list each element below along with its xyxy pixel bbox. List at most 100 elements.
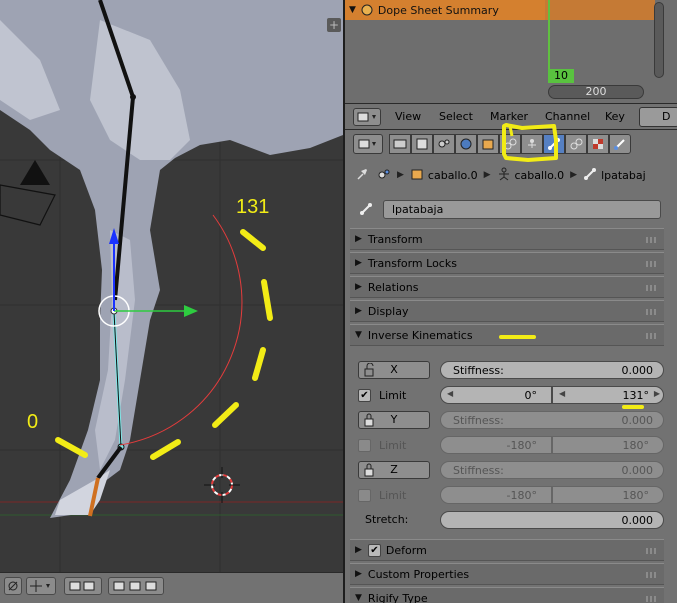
bone-name-field[interactable]: lpatabaja [383,200,661,219]
physics-tab-icon[interactable] [609,134,631,154]
scene-tab-icon[interactable] [433,134,455,154]
collapse-triangle-icon: ▶ [355,258,362,268]
current-frame-badge: 10 [548,69,574,83]
panel-deform[interactable]: ▶ ✔ Deform [350,539,664,561]
overlay-icon[interactable] [4,577,22,595]
ik-lock-y-button[interactable]: Y [358,411,430,429]
panel-title: Rigify Type [367,591,428,603]
collapse-triangle-icon: ▶ [355,234,362,244]
ik-stretch-slider[interactable]: 0.000 [440,511,664,529]
breadcrumb: ▶ caballo.0 ▶ caballo.0 ▶ lpatabaj [355,166,646,184]
breadcrumb-bone[interactable]: lpatabaj [601,169,646,182]
panel-transform[interactable]: ▶ Transform [350,228,664,250]
frame-cursor[interactable] [548,0,550,80]
pin-icon[interactable] [355,167,369,184]
collapse-triangle-icon: ▶ [355,282,362,292]
lock-icon [363,413,375,432]
breadcrumb-separator-icon: ▶ [483,170,491,180]
annotation-131: 131 [236,196,269,218]
panel-title: Relations [367,280,419,294]
editor-type-button[interactable] [353,108,381,126]
texture-tab-icon[interactable] [587,134,609,154]
panel-rigify-type[interactable]: ▼ Rigify Type [350,587,664,603]
ik-max-x-field[interactable]: ◀ 131° ▶ [552,386,664,404]
ik-stiffness-z-slider[interactable]: Stiffness: 0.000 [440,461,664,479]
horizontal-scrollbar[interactable]: 200 [548,85,644,99]
expand-triangle-icon[interactable]: ▼ [349,5,356,15]
y-axis-arrow [184,305,198,317]
annotation-highlight-box [502,123,558,162]
collapse-triangle-icon: ▶ [355,545,362,555]
ik-max-z-field[interactable]: 180° [552,486,664,504]
snap-icon[interactable] [108,577,164,595]
decrement-arrow-icon[interactable]: ◀ [559,389,565,398]
limit-label: Limit [379,438,407,452]
ik-max-y-field[interactable]: 180° [552,436,664,454]
decrement-arrow-icon[interactable]: ◀ [447,389,453,398]
ik-min-y-field[interactable]: -180° [440,436,552,454]
properties-editor: ▶ caballo.0 ▶ caballo.0 ▶ lpatabaj lpata… [345,123,677,603]
armature-icon [497,167,511,184]
limit-label: Limit [379,388,407,402]
stiffness-value: 0.000 [621,364,654,377]
annotation-underline [622,405,644,409]
ik-stiffness-x-slider[interactable]: Stiffness: 0.000 [440,361,664,379]
pivot-icon[interactable] [26,577,56,595]
ik-stiffness-y-slider[interactable]: Stiffness: 0.000 [440,411,664,429]
stretch-value: 0.000 [621,514,654,527]
expand-triangle-icon: ▼ [355,593,362,603]
lock-x-label: X [390,363,398,376]
render-layers-tab-icon[interactable] [411,134,433,154]
world-tab-icon[interactable] [455,134,477,154]
dope-sheet[interactable]: ▼ Dope Sheet Summary 10 200 [345,0,677,103]
ik-limit-z-checkbox[interactable]: Limit [358,486,406,504]
stiffness-label: Stiffness: [453,414,504,427]
dope-sheet-summary-row[interactable]: ▼ Dope Sheet Summary [345,0,545,20]
stretch-label: Stretch: [365,513,409,526]
render-icon[interactable] [64,577,102,595]
ik-lock-x-button[interactable]: X [358,361,430,379]
menu-key[interactable]: Key [605,110,625,123]
max-value: 131° [622,389,650,402]
checkbox-checked-icon[interactable]: ✔ [367,543,381,557]
breadcrumb-object[interactable]: caballo.0 [428,169,478,182]
ik-lock-z-button[interactable]: Z [358,461,430,479]
increment-arrow-icon[interactable]: ▶ [654,389,660,398]
panel-title: Transform Locks [367,256,457,270]
properties-context-tabs [353,133,631,155]
3d-viewport[interactable]: 131 0 + [0,0,343,572]
editor-mode-dropdown[interactable]: D [639,107,677,127]
lock-z-label: Z [390,463,398,476]
min-value: 0° [524,389,538,402]
panel-inverse-kinematics[interactable]: ▼ Inverse Kinematics [350,324,664,346]
editor-type-button[interactable] [353,134,383,154]
annotation-underline [499,335,536,339]
panel-display[interactable]: ▶ Display [350,300,664,322]
breadcrumb-armature[interactable]: caballo.0 [515,169,565,182]
ik-limit-x-checkbox[interactable]: ✔ Limit [358,386,406,404]
lock-y-label: Y [390,413,398,426]
add-region-icon[interactable]: + [327,18,341,32]
ik-limit-y-checkbox[interactable]: Limit [358,436,406,454]
breadcrumb-separator-icon: ▶ [397,170,404,180]
bone-icon [359,202,373,219]
summary-label: Dope Sheet Summary [377,3,499,17]
max-value: 180° [622,489,650,502]
object-icon [410,167,424,184]
menu-view[interactable]: View [395,110,421,123]
panel-transform-locks[interactable]: ▶ Transform Locks [350,252,664,274]
3d-cursor [204,467,240,503]
min-value: -180° [506,439,537,452]
lock-icon [363,463,375,482]
panel-custom-properties[interactable]: ▶ Custom Properties [350,563,664,585]
menu-select[interactable]: Select [439,110,473,123]
object-tab-icon[interactable] [477,134,499,154]
bone-icon [583,167,597,184]
stiffness-value: 0.000 [621,464,654,477]
vertical-scrollbar[interactable] [654,2,664,78]
ik-min-x-field[interactable]: ◀ 0° [440,386,552,404]
ik-min-z-field[interactable]: -180° [440,486,552,504]
render-tab-icon[interactable] [389,134,411,154]
panel-relations[interactable]: ▶ Relations [350,276,664,298]
limit-label: Limit [379,488,407,502]
